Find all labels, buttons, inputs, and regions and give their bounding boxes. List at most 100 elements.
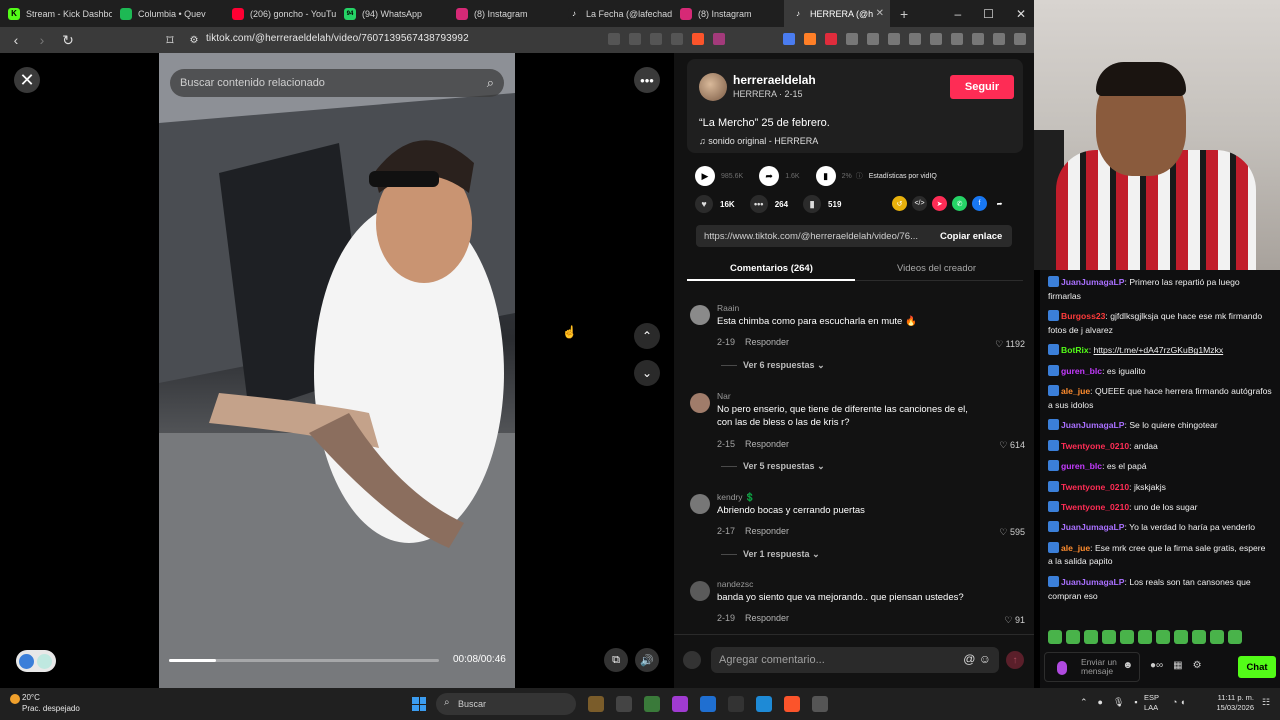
chat-text[interactable]: https://t.me/+dA47rzGKuBg1Mzkx bbox=[1093, 345, 1223, 355]
chat-username[interactable]: ale_jue bbox=[1061, 386, 1090, 396]
extension-icon[interactable] bbox=[867, 33, 879, 45]
copy-link-button[interactable]: Copiar enlace bbox=[928, 231, 1002, 242]
follow-button[interactable]: Seguir bbox=[950, 75, 1014, 99]
clock[interactable]: 11:11 p. m. 15/03/2026 bbox=[1202, 693, 1254, 713]
edge-icon[interactable] bbox=[756, 696, 772, 712]
app-icon[interactable] bbox=[672, 696, 688, 712]
reply-button[interactable]: Responder bbox=[745, 439, 789, 449]
more-options-icon[interactable]: ••• bbox=[634, 67, 660, 93]
comment-likes[interactable]: ♡ 1192 bbox=[995, 339, 1025, 350]
avatar[interactable] bbox=[690, 494, 710, 514]
emote-icon[interactable] bbox=[1138, 630, 1152, 644]
mention-emoji-icons[interactable]: @ ☺ bbox=[963, 652, 991, 666]
tray-app-icon[interactable]: ● bbox=[1098, 697, 1103, 708]
emote-icon[interactable] bbox=[1228, 630, 1242, 644]
chat-username[interactable]: Twentyone_0210 bbox=[1061, 502, 1129, 512]
chat-input[interactable]: Enviar un mensaje ☻ bbox=[1044, 652, 1140, 682]
avatar[interactable] bbox=[690, 581, 710, 601]
settings-icon[interactable]: ⚙ bbox=[1193, 660, 1202, 671]
terminal-icon[interactable] bbox=[728, 696, 744, 712]
video-progress-bar[interactable] bbox=[169, 659, 439, 662]
cast-icon[interactable] bbox=[650, 33, 662, 45]
emote-icon[interactable] bbox=[1066, 630, 1080, 644]
heart-icon[interactable]: ♥ bbox=[695, 195, 713, 213]
maximize-icon[interactable]: ☐ bbox=[983, 7, 994, 21]
reload-icon[interactable]: ↻ bbox=[58, 32, 78, 49]
close-video-button[interactable]: ✕ bbox=[14, 67, 40, 93]
store-icon[interactable]: ▦ bbox=[1173, 660, 1182, 671]
music-icon[interactable] bbox=[909, 33, 921, 45]
tab-instagram-2[interactable]: (8) Instagram bbox=[672, 0, 784, 27]
emote-icon[interactable] bbox=[1210, 630, 1224, 644]
tab-comments[interactable]: Comentarios (264) bbox=[730, 263, 813, 274]
comment-user[interactable]: Nar bbox=[717, 391, 731, 401]
menu-icon[interactable] bbox=[1014, 33, 1026, 45]
puzzle-icon[interactable] bbox=[846, 33, 858, 45]
tray-app-icon[interactable]: ▪ bbox=[1134, 697, 1137, 708]
file-explorer-icon[interactable] bbox=[588, 696, 604, 712]
brave-rewards-icon[interactable] bbox=[713, 33, 725, 45]
bookmark-icon[interactable]: ▮ bbox=[803, 195, 822, 213]
creator-handle[interactable]: herreraeldelah bbox=[733, 73, 816, 87]
view-replies-button[interactable]: Ver 1 respuesta ⌄ bbox=[721, 549, 820, 560]
chevron-up-icon[interactable]: ⌃ bbox=[1080, 697, 1088, 708]
tab-la-fecha[interactable]: ♪ La Fecha (@lafechade bbox=[560, 0, 672, 27]
emote-icon[interactable] bbox=[1102, 630, 1116, 644]
extension-toggle[interactable] bbox=[16, 650, 56, 672]
back-icon[interactable]: ‹ bbox=[6, 32, 26, 48]
reply-button[interactable]: Responder bbox=[745, 613, 789, 623]
avatar[interactable] bbox=[690, 393, 710, 413]
share-icon[interactable] bbox=[671, 33, 683, 45]
minimize-icon[interactable]: – bbox=[954, 7, 961, 21]
emote-icon[interactable] bbox=[1084, 630, 1098, 644]
emote-icon[interactable] bbox=[1174, 630, 1188, 644]
tab-creator-videos[interactable]: Videos del creador bbox=[897, 263, 976, 274]
app-icon[interactable] bbox=[616, 696, 632, 712]
url-field[interactable]: tiktok.com/@herreraeldelah/video/7607139… bbox=[206, 33, 469, 44]
ai-icon[interactable] bbox=[972, 33, 984, 45]
chat-username[interactable]: guren_blc bbox=[1061, 366, 1102, 376]
extension-icon[interactable] bbox=[888, 33, 900, 45]
mail-icon[interactable] bbox=[700, 696, 716, 712]
related-search-input[interactable]: Buscar contenido relacionado ⌕ bbox=[170, 69, 504, 97]
tab-herrera-active[interactable]: ♪ HERRERA (@h ✕ bbox=[784, 0, 890, 27]
share-arrow-icon[interactable]: ➦ bbox=[759, 166, 780, 186]
comment-user[interactable]: Raain bbox=[717, 303, 739, 313]
chat-username[interactable]: guren_blc bbox=[1061, 461, 1102, 471]
mic-tray-icon[interactable]: 🎙 bbox=[1113, 697, 1124, 708]
send-comment-button[interactable]: ↑ bbox=[1006, 651, 1024, 669]
search-icon[interactable]: ⌕ bbox=[487, 75, 494, 91]
wifi-volume-icons[interactable]: ◔ ◖ bbox=[1172, 697, 1185, 707]
embed-icon[interactable]: </> bbox=[912, 196, 927, 211]
tab-kick-dashboard[interactable]: K Stream - Kick Dashbo bbox=[0, 0, 112, 27]
windows-start-icon[interactable] bbox=[412, 697, 426, 711]
sound-link[interactable]: ♫ sonido original - HERRERA bbox=[699, 136, 818, 146]
notifications-icon[interactable]: ☷ bbox=[1262, 697, 1270, 708]
app-icon[interactable] bbox=[644, 696, 660, 712]
comment-input[interactable]: Agregar comentario... @ ☺ bbox=[711, 647, 999, 673]
mic-icon[interactable] bbox=[1057, 661, 1067, 675]
video-link[interactable]: https://www.tiktok.com/@herreraeldelah/v… bbox=[696, 231, 928, 242]
tab-spotify[interactable]: Columbia • Quev bbox=[112, 0, 224, 27]
extension-red-icon[interactable] bbox=[825, 33, 837, 45]
info-icon[interactable]: ⓘ bbox=[856, 171, 863, 181]
comment-user[interactable]: kendry 💲 bbox=[717, 492, 755, 503]
view-replies-button[interactable]: Ver 6 respuestas ⌄ bbox=[721, 360, 825, 371]
more-share-icon[interactable]: ➦ bbox=[992, 196, 1007, 211]
play-icon[interactable]: ▶ bbox=[695, 166, 715, 186]
chat-username[interactable]: JuanJumagaLP bbox=[1061, 420, 1125, 430]
video-player[interactable]: Buscar contenido relacionado ⌕ 00:08/00:… bbox=[159, 53, 515, 688]
obs-icon[interactable] bbox=[812, 696, 828, 712]
emote-icon[interactable] bbox=[1192, 630, 1206, 644]
reply-button[interactable]: Responder bbox=[745, 526, 789, 536]
extension-orange-icon[interactable] bbox=[804, 33, 816, 45]
close-tab-icon[interactable]: ✕ bbox=[876, 8, 884, 19]
facebook-icon[interactable]: f bbox=[972, 196, 987, 211]
comment-likes[interactable]: ♡ 595 bbox=[999, 527, 1025, 538]
emote-icon[interactable] bbox=[1048, 630, 1062, 644]
extension-blue-icon[interactable] bbox=[783, 33, 795, 45]
brave-shield-icon[interactable] bbox=[692, 33, 704, 45]
site-info-icon[interactable]: ⚙ bbox=[184, 35, 204, 46]
tab-youtube[interactable]: (206) goncho - YouTu bbox=[224, 0, 336, 27]
sidebar-icon[interactable] bbox=[930, 33, 942, 45]
